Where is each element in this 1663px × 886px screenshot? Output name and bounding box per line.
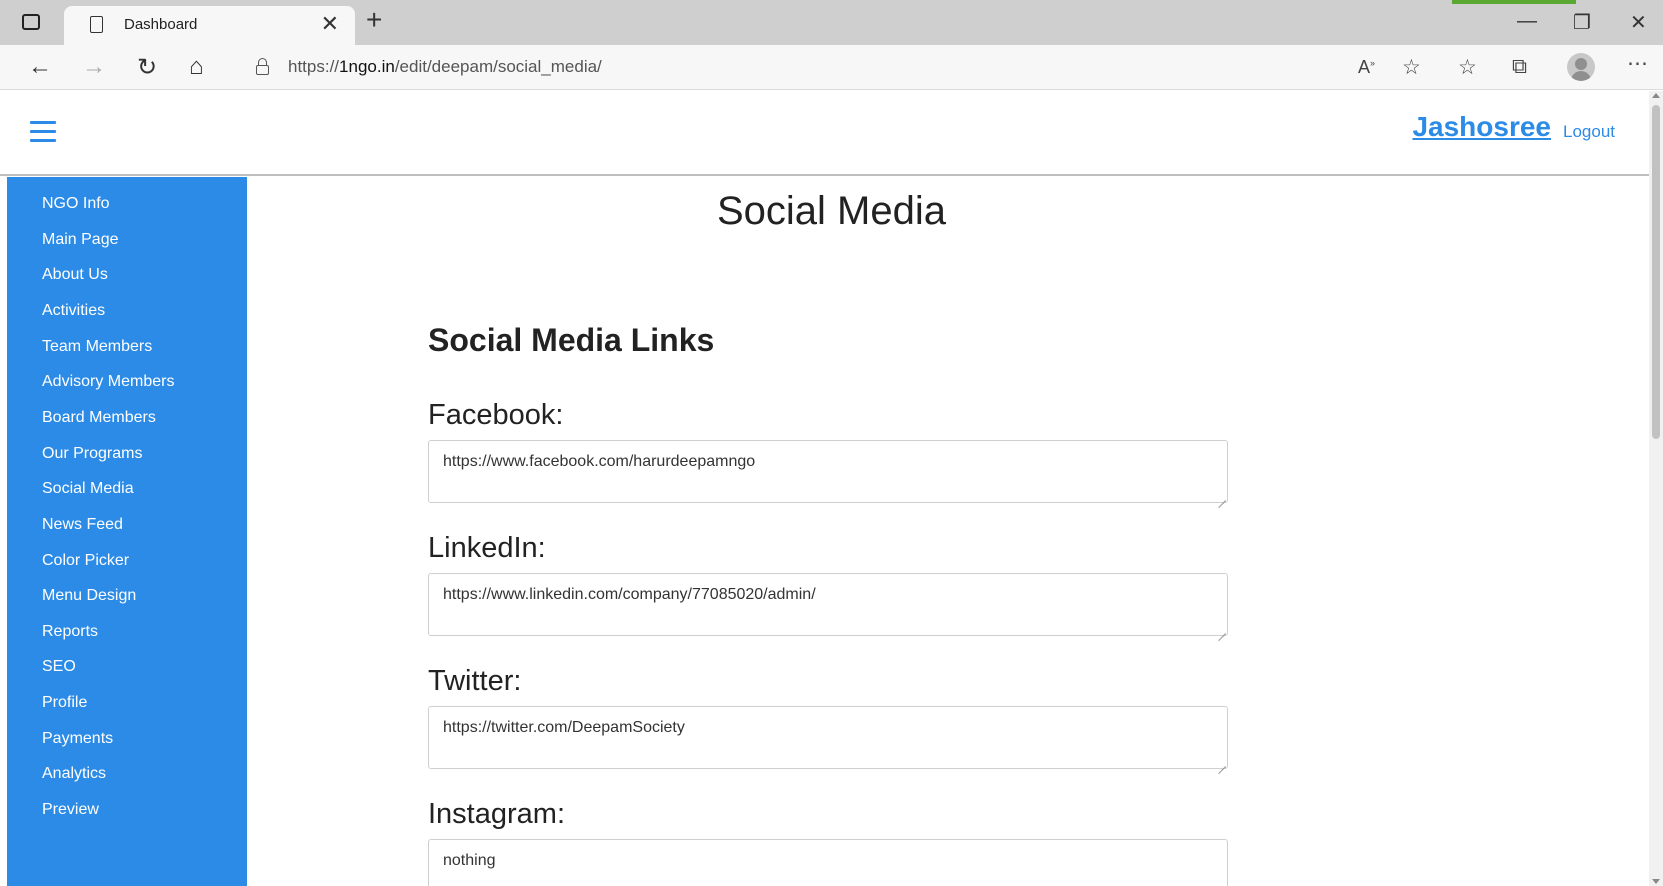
sidebar-item-color-picker[interactable]: Color Picker xyxy=(42,552,129,570)
url-field[interactable]: https://1ngo.in/edit/deepam/social_media… xyxy=(288,57,602,77)
linkedin-field[interactable]: https://www.linkedin.com/company/7708502… xyxy=(428,573,1228,636)
add-favorite-icon[interactable]: ☆ xyxy=(1402,55,1421,80)
sidebar: NGO Info Main Page About Us Activities T… xyxy=(7,177,247,886)
sidebar-item-about-us[interactable]: About Us xyxy=(42,266,108,284)
back-icon[interactable]: ← xyxy=(28,53,52,81)
twitter-label: Twitter: xyxy=(428,665,522,697)
sidebar-item-analytics[interactable]: Analytics xyxy=(42,765,106,783)
lock-icon[interactable] xyxy=(256,58,269,75)
facebook-label: Facebook: xyxy=(428,399,564,431)
close-tab-icon[interactable]: ✕ xyxy=(321,11,339,37)
sidebar-item-our-programs[interactable]: Our Programs xyxy=(42,445,142,463)
sidebar-item-reports[interactable]: Reports xyxy=(42,623,98,641)
page-content: Jashosree Logout NGO Info Main Page Abou… xyxy=(0,91,1649,886)
scroll-up-icon[interactable] xyxy=(1652,93,1660,98)
sidebar-item-payments[interactable]: Payments xyxy=(42,730,113,748)
sidebar-item-news-feed[interactable]: News Feed xyxy=(42,516,123,534)
sidebar-item-team-members[interactable]: Team Members xyxy=(42,338,152,356)
sidebar-item-profile[interactable]: Profile xyxy=(42,694,87,712)
user-name-link[interactable]: Jashosree xyxy=(1412,111,1551,143)
address-bar: ← → ↻ ⌂ https://1ngo.in/edit/deepam/soci… xyxy=(0,45,1663,90)
instagram-field[interactable]: nothing xyxy=(428,839,1228,886)
facebook-field[interactable]: https://www.facebook.com/harurdeepamngo xyxy=(428,440,1228,503)
window-edge-highlight xyxy=(1452,0,1576,4)
sidebar-item-advisory-members[interactable]: Advisory Members xyxy=(42,373,174,391)
resize-handle-icon[interactable] xyxy=(1216,624,1226,634)
scroll-down-icon[interactable] xyxy=(1652,879,1660,884)
sidebar-item-social-media[interactable]: Social Media xyxy=(42,480,134,498)
home-icon[interactable]: ⌂ xyxy=(189,53,204,81)
read-aloud-icon[interactable]: A» xyxy=(1358,57,1375,78)
more-icon[interactable]: ⋯ xyxy=(1627,51,1648,76)
page-title: Social Media xyxy=(716,189,946,233)
scroll-thumb[interactable] xyxy=(1652,105,1660,439)
profile-avatar[interactable] xyxy=(1567,53,1595,81)
tab-actions-icon[interactable] xyxy=(22,14,40,30)
resize-handle-icon[interactable] xyxy=(1216,491,1226,501)
page-scrollbar[interactable] xyxy=(1649,91,1663,886)
browser-tab-bar: Dashboard ✕ + — ❐ ✕ xyxy=(0,0,1663,45)
browser-tab[interactable]: Dashboard ✕ xyxy=(64,6,355,45)
logout-link[interactable]: Logout xyxy=(1563,122,1615,142)
sidebar-item-board-members[interactable]: Board Members xyxy=(42,409,156,427)
forward-icon[interactable]: → xyxy=(82,53,106,81)
restore-icon[interactable]: ❐ xyxy=(1573,10,1591,35)
resize-handle-icon[interactable] xyxy=(1216,757,1226,767)
header-divider xyxy=(0,174,1649,176)
instagram-label: Instagram: xyxy=(428,798,565,830)
sidebar-item-activities[interactable]: Activities xyxy=(42,302,105,320)
refresh-icon[interactable]: ↻ xyxy=(137,53,157,82)
linkedin-label: LinkedIn: xyxy=(428,532,546,564)
sidebar-item-preview[interactable]: Preview xyxy=(42,801,99,819)
sidebar-item-menu-design[interactable]: Menu Design xyxy=(42,587,136,605)
sidebar-item-seo[interactable]: SEO xyxy=(42,658,76,676)
twitter-field[interactable]: https://twitter.com/DeepamSociety xyxy=(428,706,1228,769)
favorites-icon[interactable]: ☆ xyxy=(1458,55,1477,80)
section-title: Social Media Links xyxy=(428,322,715,358)
menu-toggle-icon[interactable] xyxy=(30,119,56,143)
minimize-icon[interactable]: — xyxy=(1517,10,1537,33)
tab-title: Dashboard xyxy=(124,16,198,33)
page-icon xyxy=(90,16,103,33)
close-window-icon[interactable]: ✕ xyxy=(1630,10,1647,35)
collections-icon[interactable]: ⧉ xyxy=(1512,55,1527,79)
new-tab-icon[interactable]: + xyxy=(366,4,382,36)
